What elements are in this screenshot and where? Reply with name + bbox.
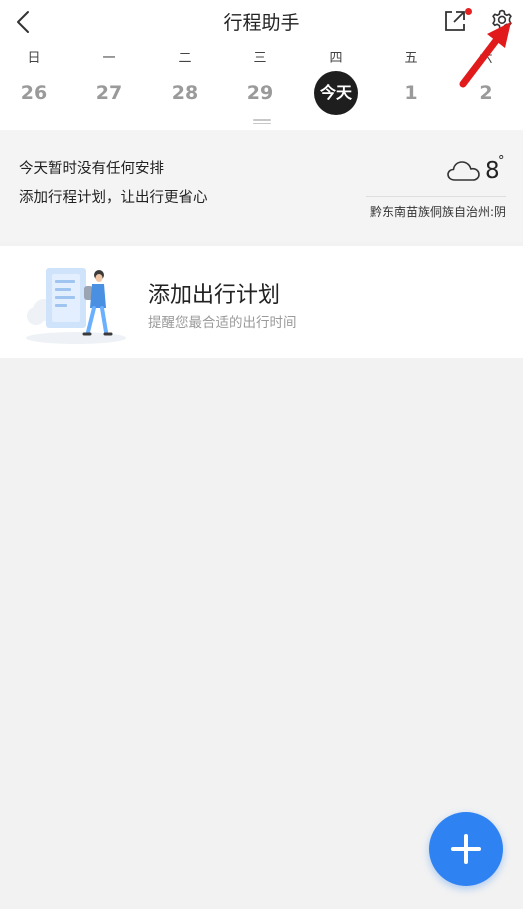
add-plan-hint: 添加行程计划，让出行更省心 (19, 190, 208, 206)
date-label: 26 (20, 82, 48, 104)
plus-icon (451, 834, 481, 864)
gear-icon (492, 9, 512, 30)
date-label: 1 (404, 82, 418, 104)
weekday-label: 日 (27, 51, 41, 66)
temperature-unit: ° (498, 154, 505, 169)
weekday-label: 三 (253, 51, 267, 66)
weekday-label: 二 (178, 51, 192, 66)
expand-handle[interactable] (253, 119, 271, 125)
add-travel-plan-card[interactable]: 添加出行计划 提醒您最合适的出行时间 (0, 246, 523, 358)
day-friday[interactable]: 五 1 (381, 48, 441, 118)
plan-title: 添加出行计划 (148, 283, 281, 308)
no-schedule-text: 今天暂时没有任何安排 (19, 161, 164, 177)
weather-location: 黔东南苗族侗族自治州:阴 (369, 205, 506, 219)
day-summary: 今天暂时没有任何安排 添加行程计划，让出行更省心 8 ° 黔东南苗族侗族自治州:… (0, 130, 523, 242)
day-wednesday[interactable]: 三 29 (230, 48, 290, 118)
traveler-illustration (26, 268, 126, 344)
day-monday[interactable]: 一 27 (79, 48, 139, 118)
day-thursday-today[interactable]: 四 今天 (306, 48, 366, 118)
day-sunday[interactable]: 日 26 (4, 48, 64, 118)
weather-divider (366, 196, 506, 197)
day-saturday[interactable]: 六 2 (456, 48, 516, 118)
settings-button[interactable] (489, 8, 515, 34)
weekday-label: 五 (404, 51, 418, 66)
day-tuesday[interactable]: 二 28 (155, 48, 215, 118)
week-strip: 日 26 一 27 二 28 三 29 四 今天 五 1 六 2 (0, 48, 523, 118)
notification-dot (465, 8, 472, 15)
weekday-label: 一 (102, 51, 116, 66)
date-label: 27 (95, 82, 123, 104)
plan-subtitle: 提醒您最合适的出行时间 (148, 315, 297, 331)
date-label: 2 (479, 82, 493, 104)
add-plan-button[interactable] (429, 812, 503, 886)
top-bar: 行程助手 日 26 一 27 二 28 三 29 四 今天 五 1 六 2 (0, 0, 523, 130)
weekday-label: 六 (479, 51, 493, 66)
cloudy-icon (447, 161, 480, 181)
nav-bar: 行程助手 (0, 0, 523, 42)
itinerary-assistant-screen: 行程助手 日 26 一 27 二 28 三 29 四 今天 五 1 六 2 今天… (0, 0, 523, 909)
date-label: 28 (171, 82, 199, 104)
date-label: 29 (246, 82, 274, 104)
today-label: 今天 (319, 83, 352, 102)
weekday-label: 四 (329, 51, 343, 66)
